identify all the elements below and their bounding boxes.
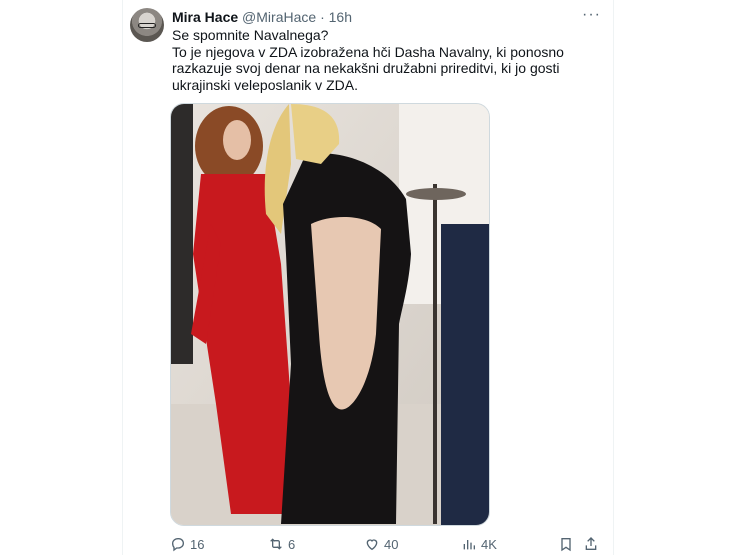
like-count: 40 xyxy=(384,536,399,552)
tweet-text-line-1: Se spomnite Navalnega? xyxy=(172,27,329,43)
like-button[interactable]: 40 xyxy=(364,536,398,552)
share-icon xyxy=(585,537,597,550)
retweet-count: 6 xyxy=(288,536,296,552)
more-icon[interactable]: ··· xyxy=(582,6,601,24)
views-button[interactable]: 4K xyxy=(461,536,497,552)
avatar[interactable] xyxy=(130,8,164,42)
separator: · xyxy=(320,9,325,25)
views-count: 4K xyxy=(481,536,497,552)
like-icon xyxy=(366,539,378,551)
retweet-icon xyxy=(270,538,282,550)
tweet-time[interactable]: 16h xyxy=(329,9,352,25)
reply-button[interactable]: 16 xyxy=(170,536,204,552)
retweet-button[interactable]: 6 xyxy=(268,536,295,552)
reply-icon xyxy=(171,538,185,552)
author-handle[interactable]: @MiraHace xyxy=(242,9,316,25)
bookmark-icon xyxy=(561,538,571,552)
tweet-actions: 16 6 40 4K xyxy=(170,536,598,554)
photo-illustration xyxy=(171,104,489,525)
tweet-photo[interactable] xyxy=(170,103,490,526)
reply-count: 16 xyxy=(190,536,205,552)
tweet-text-line-2: To je njegova v ZDA izobražena hči Dasha… xyxy=(172,43,564,93)
tweet-text: Se spomnite Navalnega? To je njegova v Z… xyxy=(172,27,592,93)
tweet-header: Mira Hace @MiraHace · 16h xyxy=(172,8,352,26)
avatar-glasses xyxy=(138,23,156,28)
views-icon xyxy=(463,540,475,550)
author-name[interactable]: Mira Hace xyxy=(172,9,238,25)
bookmark-button[interactable] xyxy=(558,536,574,552)
share-button[interactable] xyxy=(583,536,599,552)
